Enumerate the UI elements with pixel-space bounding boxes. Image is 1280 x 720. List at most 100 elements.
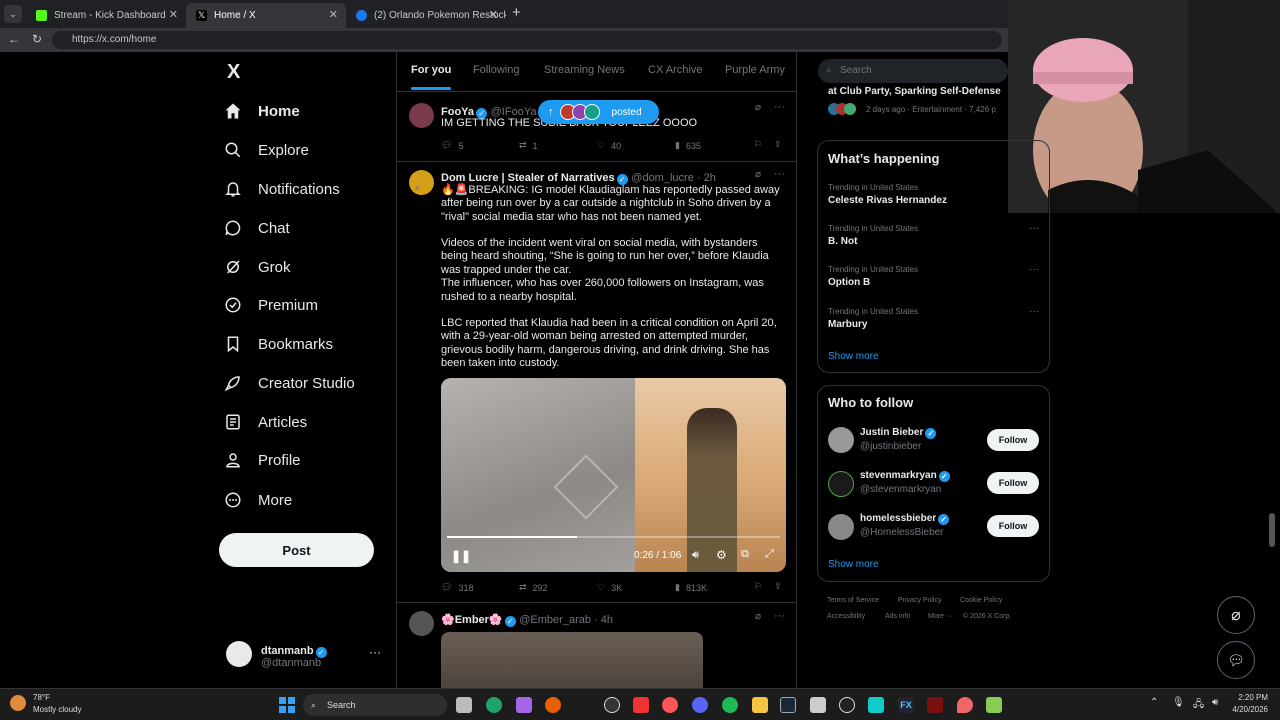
trend-name[interactable]: B. Not	[828, 236, 857, 247]
news-headline[interactable]: at Club Party, Sparking Self-Defense	[828, 86, 1008, 97]
avatar[interactable]	[409, 170, 434, 195]
new-tab-button[interactable]: +	[512, 4, 521, 21]
tweet-author-handle[interactable]: @dom_lucre · 2h	[631, 172, 716, 184]
tweet-more-icon[interactable]: ···	[774, 168, 785, 180]
firefox-icon[interactable]	[545, 697, 561, 713]
trend-name[interactable]: Celeste Rivas Hernandez	[828, 195, 947, 206]
task-view-icon[interactable]	[456, 697, 472, 713]
show-more-link[interactable]: Show more	[828, 351, 879, 362]
views-button[interactable]: ▮ 813K	[675, 582, 707, 593]
tab-list-button[interactable]: ⌄	[4, 5, 22, 23]
footer-link[interactable]: Ads info	[885, 613, 910, 620]
views-button[interactable]: ▮ 635	[675, 140, 701, 151]
discord-icon[interactable]	[692, 697, 708, 713]
nav-more[interactable]: More	[222, 483, 292, 517]
browser-tab-facebook[interactable]: (2) Orlando Pokemon Restocks | F ✕	[346, 3, 506, 28]
pause-icon[interactable]: ❚❚	[451, 549, 471, 563]
nav-chat[interactable]: Chat	[222, 211, 290, 245]
nav-creator-studio[interactable]: Creator Studio	[222, 366, 355, 400]
grok-icon[interactable]: ⌀	[755, 102, 761, 113]
account-more-icon[interactable]: ···	[369, 645, 381, 659]
x-logo[interactable]: X	[227, 61, 240, 84]
nav-notifications[interactable]: Notifications	[222, 172, 340, 206]
volume-icon[interactable]: 🔊︎	[692, 549, 699, 562]
nav-grok[interactable]: Grok	[222, 250, 291, 284]
search-input[interactable]: ⌕ Search	[818, 59, 1008, 83]
tab-for-you[interactable]: For you	[411, 64, 452, 90]
tweet-media[interactable]	[441, 632, 703, 692]
tweet-author-name[interactable]: Dom Lucre | Stealer of Narratives	[441, 172, 615, 184]
account-switcher[interactable]: dtanmanb ✓ @dtanmanb ···	[226, 641, 386, 671]
new-posts-pill[interactable]: ↑ posted	[538, 100, 659, 124]
tab-following[interactable]: Following	[473, 64, 519, 76]
app-icon[interactable]	[810, 697, 826, 713]
tweet-author-name[interactable]: 🌸Ember🌸	[441, 614, 503, 626]
video-player[interactable]: ❚❚ 0:26 / 1:06 🔊︎ ⚙ ⧉ ⤢	[441, 378, 786, 572]
trend-more-icon[interactable]: ···	[1029, 306, 1039, 317]
map-pin-icon[interactable]	[957, 697, 973, 713]
trend-more-icon[interactable]: ···	[1029, 264, 1039, 275]
follow-button[interactable]: Follow	[987, 472, 1039, 494]
app-icon[interactable]	[986, 697, 1002, 713]
nav-premium[interactable]: Premium	[222, 288, 318, 322]
suggested-name[interactable]: stevenmarkryan ✓	[860, 470, 950, 482]
avatar[interactable]	[828, 514, 854, 540]
pip-icon[interactable]: ⧉	[741, 548, 749, 561]
nav-bookmarks[interactable]: Bookmarks	[222, 327, 333, 361]
footer-link[interactable]: Terms of Service	[827, 597, 879, 604]
grok-fab[interactable]: ⌀	[1217, 596, 1255, 634]
nav-explore[interactable]: Explore	[222, 133, 309, 167]
messages-fab[interactable]: 💬︎	[1217, 641, 1255, 679]
back-button[interactable]: ←	[8, 32, 20, 46]
spotify-icon[interactable]	[722, 697, 738, 713]
close-tab-icon[interactable]: ✕	[489, 3, 498, 28]
close-tab-icon[interactable]: ✕	[329, 3, 338, 28]
share-button[interactable]: ⇪	[774, 581, 782, 592]
bookmark-button[interactable]: ⚐	[754, 581, 762, 592]
page-scrollbar[interactable]	[1269, 513, 1275, 547]
folder-icon[interactable]	[752, 697, 768, 713]
like-button[interactable]: ♡ 3K	[597, 582, 622, 593]
tweet-author-handle[interactable]: @Ember_arab · 4h	[519, 614, 613, 626]
fullscreen-icon[interactable]: ⤢	[765, 548, 774, 561]
nav-articles[interactable]: Articles	[222, 405, 307, 439]
network-icon[interactable]: 🖧︎	[1193, 697, 1204, 714]
nav-profile[interactable]: Profile	[222, 443, 301, 477]
trend-name[interactable]: Option B	[828, 277, 870, 288]
footer-link[interactable]: Accessibility	[827, 613, 865, 620]
avatar[interactable]	[409, 103, 434, 128]
url-input[interactable]: https://x.com/home	[52, 31, 1002, 49]
trend-name[interactable]: Marbury	[828, 319, 867, 330]
tweet-more-icon[interactable]: ···	[774, 610, 785, 622]
copilot-icon[interactable]	[516, 697, 532, 713]
steam-icon[interactable]	[780, 697, 796, 713]
repost-button[interactable]: ⇄ 1	[519, 140, 538, 151]
avatar[interactable]	[828, 471, 854, 497]
show-more-link[interactable]: Show more	[828, 559, 879, 570]
volume-icon[interactable]: 🔊︎	[1212, 697, 1218, 708]
follow-button[interactable]: Follow	[987, 429, 1039, 451]
suggested-name[interactable]: Justin Bieber ✓	[860, 427, 937, 439]
clock[interactable]: 2:20 PM 4/20/2026	[1226, 693, 1268, 714]
taskbar-search[interactable]: ⌕ Search	[303, 694, 447, 716]
reload-button[interactable]: ↻	[32, 32, 42, 46]
footer-link[interactable]: Privacy Policy	[898, 597, 942, 604]
fx-icon[interactable]: FX	[898, 697, 914, 713]
follow-button[interactable]: Follow	[987, 515, 1039, 537]
reply-button[interactable]: 💬︎ 5	[441, 140, 463, 151]
browser-tab-kick[interactable]: Stream - Kick Dashboard ✕	[26, 3, 186, 28]
tab-cx-archive[interactable]: CX Archive	[648, 64, 702, 76]
nav-home[interactable]: Home	[222, 94, 300, 128]
itunes-icon[interactable]	[662, 697, 678, 713]
app-icon[interactable]	[839, 697, 855, 713]
tray-chevron-icon[interactable]: ⌃	[1150, 697, 1158, 708]
suggested-name[interactable]: homelessbieber ✓	[860, 513, 950, 525]
avatar[interactable]	[409, 611, 434, 636]
footer-link[interactable]: Cookie Policy	[960, 597, 1002, 604]
bookmark-button[interactable]: ⚐	[754, 139, 762, 150]
mic-icon[interactable]: 🎙︎	[1172, 697, 1185, 708]
trend-more-icon[interactable]: ···	[1029, 223, 1039, 234]
video-progress-track[interactable]	[447, 536, 780, 538]
app-icon[interactable]	[927, 697, 943, 713]
tab-purple-army[interactable]: Purple Army	[725, 64, 785, 76]
